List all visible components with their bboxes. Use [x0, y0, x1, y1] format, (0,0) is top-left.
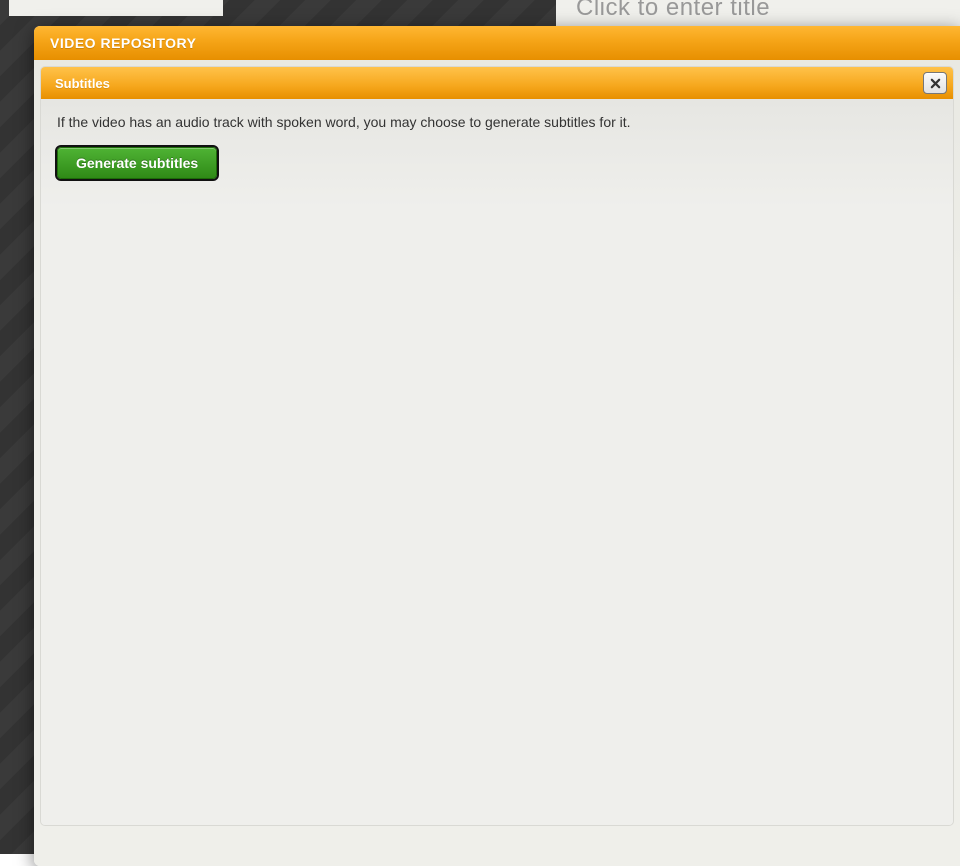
panel-title: Subtitles	[55, 76, 110, 91]
panel-body: If the video has an audio track with spo…	[41, 99, 953, 825]
slide-title-placeholder[interactable]: Click to enter title	[576, 0, 770, 22]
modal-title: VIDEO REPOSITORY	[34, 26, 960, 60]
generate-subtitles-button[interactable]: Generate subtitles	[57, 147, 217, 179]
close-button[interactable]	[923, 72, 947, 94]
bg-card-top-left	[9, 0, 223, 16]
video-repository-modal: VIDEO REPOSITORY Subtitles If the video …	[34, 26, 960, 866]
subtitles-panel: Subtitles If the video has an audio trac…	[40, 66, 954, 826]
close-icon	[930, 78, 941, 89]
subtitles-info-text: If the video has an audio track with spo…	[57, 113, 937, 133]
modal-body: Subtitles If the video has an audio trac…	[34, 60, 960, 866]
panel-header: Subtitles	[41, 67, 953, 99]
